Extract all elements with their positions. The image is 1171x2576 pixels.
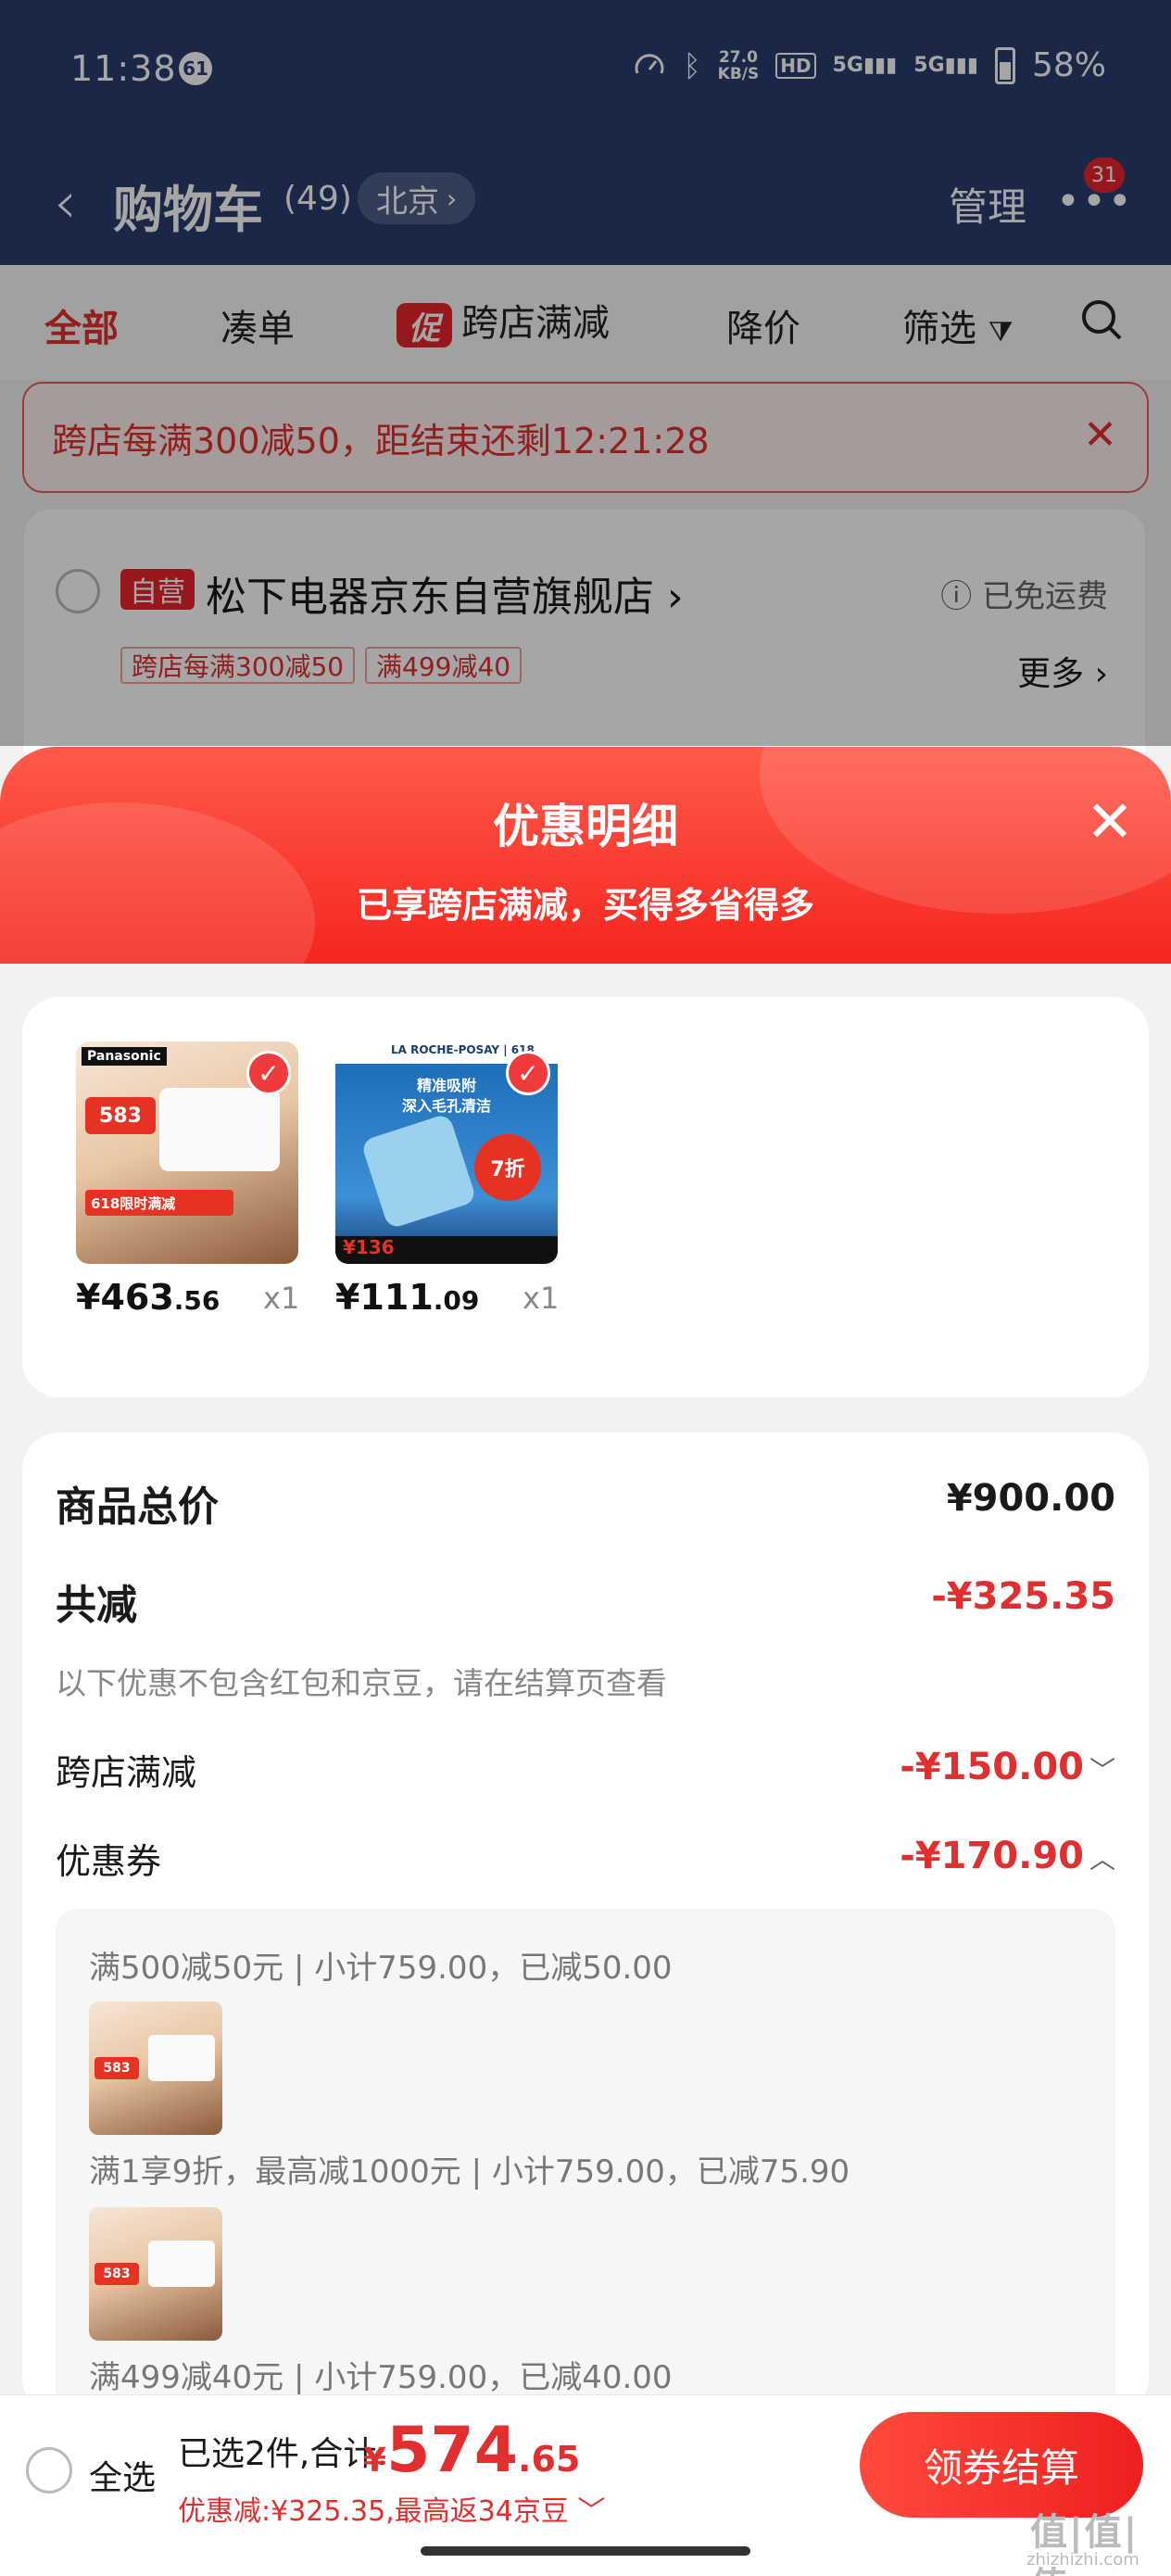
select-all-label[interactable]: 全选 bbox=[89, 2451, 156, 2499]
appliance-shape bbox=[159, 1088, 280, 1171]
sheet-body: Panasonic 583 618限时满减 ✓ ¥463.56 x1 LA RO… bbox=[0, 964, 1171, 2428]
reduce-note: 以下优惠不包含红包和京豆，请在结算页查看 bbox=[56, 1665, 667, 1701]
sheet-header: 优惠明细 已享跨店满减，买得多省得多 ✕ bbox=[0, 747, 1171, 964]
coupon-value: -¥170.90 bbox=[900, 1835, 1084, 1877]
product-item[interactable]: Panasonic 583 618限时满减 ✓ bbox=[76, 1042, 298, 1264]
checkmark-icon: ✓ bbox=[506, 1051, 550, 1095]
chevron-up-icon: ︿ bbox=[1089, 1844, 1115, 1875]
reduce-value: -¥325.35 bbox=[931, 1575, 1115, 1618]
savings-detail[interactable]: 优惠减:¥325.35,最高返34京豆 ﹀ bbox=[178, 2488, 605, 2529]
product-item[interactable]: LA ROCHE-POSAY | 618 精准吸附 深入毛孔清洁 7折 ¥136… bbox=[335, 1042, 558, 1264]
reduce-label: 共减 bbox=[56, 1582, 137, 1629]
appliance-shape bbox=[148, 2241, 215, 2287]
checkmark-icon: ✓ bbox=[246, 1051, 291, 1095]
select-all-radio[interactable] bbox=[26, 2447, 72, 2494]
product-image: LA ROCHE-POSAY | 618 精准吸附 深入毛孔清洁 7折 ¥136… bbox=[335, 1042, 558, 1264]
sheet-title: 优惠明细 bbox=[493, 800, 678, 853]
close-icon[interactable]: ✕ bbox=[1086, 788, 1134, 855]
brand-label: Panasonic bbox=[82, 1047, 167, 1066]
price-sticker: 583 bbox=[85, 1097, 156, 1134]
product-price: ¥463.56 bbox=[76, 1277, 220, 1318]
coupon-row[interactable]: -¥170.90 ︿ bbox=[900, 1835, 1115, 1877]
tube-shape bbox=[359, 1112, 478, 1231]
savings-label: 优惠减:¥325.35,最高返34京豆 bbox=[178, 2495, 569, 2528]
product-qty: x1 bbox=[263, 1281, 300, 1316]
coupon-detail: 满499减40元 | 小计759.00，已减40.00 bbox=[89, 2359, 673, 2396]
price-sticker: 583 bbox=[94, 2057, 139, 2079]
coupon-product-image: 583 bbox=[89, 2207, 222, 2341]
product-price: ¥111.09 bbox=[335, 1277, 480, 1318]
product-card: Panasonic 583 618限时满减 ✓ ¥463.56 x1 LA RO… bbox=[22, 997, 1149, 1397]
discount-summary: 商品总价 ¥900.00 共减 -¥325.35 以下优惠不包含红包和京豆，请在… bbox=[22, 1433, 1149, 2428]
coupon-product-image: 583 bbox=[89, 2001, 222, 2135]
total-price: ¥574.65 bbox=[363, 2414, 581, 2487]
chevron-down-icon: ﹀ bbox=[1089, 1755, 1115, 1786]
chevron-down-icon: ﹀ bbox=[577, 2495, 606, 2528]
product-image-text: 深入毛孔清洁 bbox=[401, 1097, 491, 1115]
promo-sticker: 618限时满减 bbox=[85, 1190, 233, 1216]
modal-overlay[interactable] bbox=[0, 0, 1171, 746]
cross-store-label: 跨店满减 bbox=[56, 1752, 197, 1793]
coupon-detail: 满1享9折，最高减1000元 | 小计759.00，已减75.90 bbox=[89, 2153, 850, 2191]
cross-store-value: -¥150.00 bbox=[900, 1746, 1084, 1788]
total-label: 商品总价 bbox=[56, 1484, 219, 1531]
discount-sticker: 7折 bbox=[474, 1134, 541, 1201]
coupon-detail: 满500减50元 | 小计759.00，已减50.00 bbox=[89, 1950, 673, 1987]
brand-label: LA ROCHE-POSAY | 618 bbox=[391, 1043, 535, 1056]
sheet-subtitle: 已享跨店满减，买得多省得多 bbox=[356, 885, 814, 926]
total-value: ¥900.00 bbox=[946, 1477, 1115, 1520]
appliance-shape bbox=[148, 2035, 215, 2081]
product-qty: x1 bbox=[523, 1281, 560, 1316]
coupon-label: 优惠券 bbox=[56, 1841, 162, 1882]
price-strip: ¥136 bbox=[335, 1236, 558, 1264]
product-image: Panasonic 583 618限时满减 ✓ bbox=[76, 1042, 298, 1264]
selected-summary: 已选2件,合计: bbox=[178, 2435, 388, 2473]
watermark-url: zhizhizhi.com bbox=[1026, 2550, 1140, 2570]
home-indicator[interactable] bbox=[421, 2546, 750, 2556]
cross-store-row[interactable]: -¥150.00 ﹀ bbox=[900, 1746, 1115, 1788]
coupon-list: 满500减50元 | 小计759.00，已减50.00 583 满1享9折，最高… bbox=[56, 1909, 1115, 2428]
price-sticker: 583 bbox=[94, 2263, 139, 2285]
